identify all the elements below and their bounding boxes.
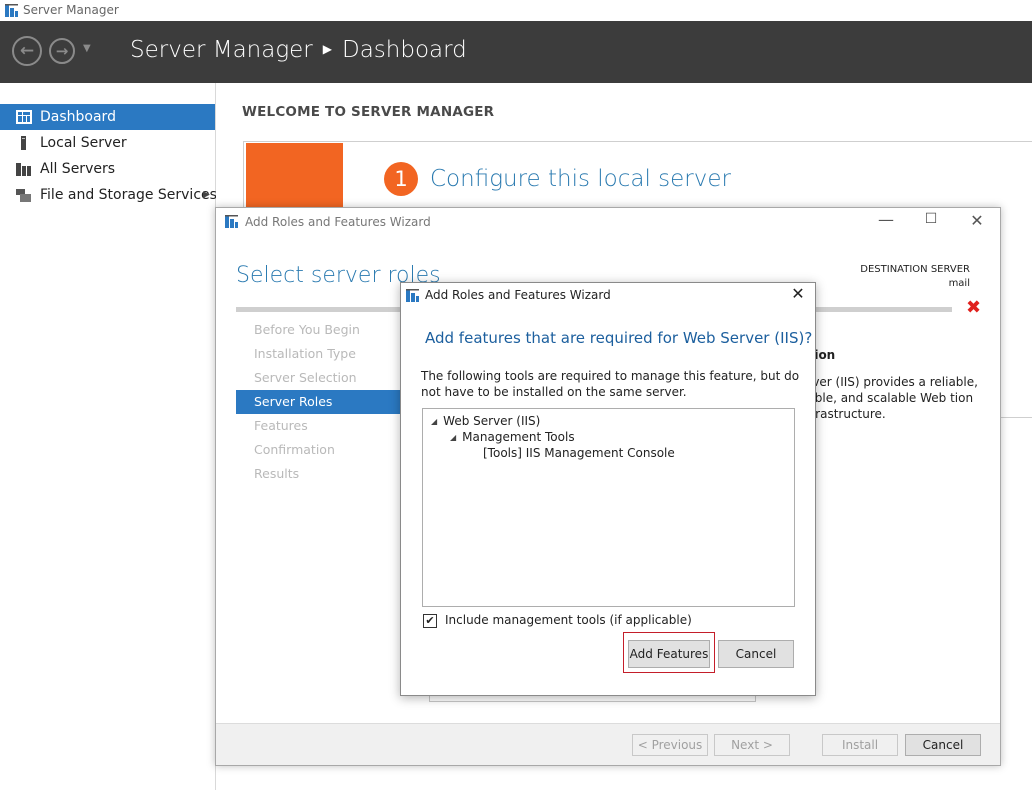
wizard-step-results: Results: [254, 466, 300, 481]
required-features-tree[interactable]: ◢ Web Server (IIS) ◢ Management Tools [Too…: [422, 408, 795, 607]
dialog-cancel-button[interactable]: Cancel: [718, 640, 794, 668]
wizard-step-features: Features: [254, 418, 308, 433]
include-tools-label: Include management tools (if applicable): [445, 613, 692, 627]
sm-window-title: Server Manager: [23, 3, 119, 17]
dialog-app-icon: [406, 289, 419, 302]
wizard-step-before-you-begin: Before You Begin: [254, 322, 360, 337]
wizard-window-title: Add Roles and Features Wizard: [245, 215, 431, 229]
dialog-title: Add Roles and Features Wizard: [425, 288, 611, 302]
tree-item-label: Management Tools: [462, 430, 575, 444]
back-arrow-icon[interactable]: ←: [12, 36, 42, 66]
history-dropdown-icon[interactable]: ▼: [83, 43, 91, 54]
wizard-app-icon: [225, 215, 238, 228]
submenu-arrow-icon: ▶: [203, 190, 210, 200]
close-icon[interactable]: ✕: [967, 211, 987, 230]
servers-icon: [16, 163, 31, 176]
add-features-button[interactable]: Add Features: [628, 640, 710, 668]
sidebar-item-label: Local Server: [40, 135, 127, 151]
tree-item-iis-console[interactable]: [Tools] IIS Management Console: [483, 446, 675, 460]
dialog-heading: Add features that are required for Web S…: [425, 329, 813, 347]
configure-local-server-link[interactable]: Configure this local server: [430, 166, 731, 192]
sidebar-item-label: Dashboard: [40, 109, 116, 125]
tree-item-label: Web Server (IIS): [443, 414, 541, 428]
sidebar-item-all-servers[interactable]: All Servers: [0, 156, 215, 182]
sidebar: Dashboard Local Server All Servers File …: [0, 83, 217, 790]
error-x-icon[interactable]: ✖: [966, 297, 981, 318]
storage-icon: [16, 189, 31, 202]
step-number-badge: 1: [384, 162, 418, 196]
include-tools-row[interactable]: ✔ Include management tools (if applicable…: [423, 613, 692, 628]
tree-item-web-server[interactable]: ◢ Web Server (IIS): [431, 414, 540, 428]
destination-server: DESTINATION SERVER mail: [860, 263, 970, 291]
description-text: erver (IIS) provides a reliable, eable, …: [800, 375, 978, 421]
install-button[interactable]: Install: [822, 734, 898, 756]
close-icon[interactable]: ✕: [787, 284, 809, 303]
include-tools-checkbox[interactable]: ✔: [423, 613, 437, 628]
previous-button[interactable]: < Previous: [632, 734, 708, 756]
wizard-cancel-button[interactable]: Cancel: [905, 734, 981, 756]
breadcrumb-page: Dashboard: [342, 37, 467, 63]
wizard-step-server-roles[interactable]: Server Roles: [236, 390, 408, 414]
breadcrumb-app[interactable]: Server Manager: [130, 37, 313, 63]
dashboard-grid-icon: [16, 110, 32, 124]
welcome-heading: WELCOME TO SERVER MANAGER: [242, 104, 495, 120]
minimize-icon[interactable]: —: [876, 210, 896, 229]
expand-triangle-icon[interactable]: ◢: [431, 417, 437, 426]
sidebar-item-label: All Servers: [40, 161, 116, 177]
tree-item-management-tools[interactable]: ◢ Management Tools: [450, 430, 575, 444]
sidebar-item-local-server[interactable]: Local Server: [0, 130, 215, 156]
wizard-step-installation-type: Installation Type: [254, 346, 356, 361]
maximize-icon[interactable]: ☐: [921, 211, 941, 227]
wizard-step-confirmation: Confirmation: [254, 442, 335, 457]
sm-titlebar: Server Manager: [0, 0, 1032, 21]
destination-server-value: mail: [948, 278, 970, 289]
sm-header: ← → ▼ Server Manager ▶ Dashboard: [0, 21, 1032, 83]
breadcrumb-separator-icon: ▶: [322, 42, 332, 56]
server-icon: [21, 136, 26, 150]
wizard-step-server-selection: Server Selection: [254, 370, 357, 385]
destination-server-label: DESTINATION SERVER: [860, 264, 970, 275]
breadcrumb: Server Manager ▶ Dashboard: [130, 37, 467, 63]
next-button[interactable]: Next >: [714, 734, 790, 756]
sidebar-item-dashboard[interactable]: Dashboard: [0, 104, 215, 130]
forward-arrow-icon[interactable]: →: [49, 38, 75, 64]
server-manager-app-icon: [5, 4, 18, 17]
dialog-body-text: The following tools are required to mana…: [421, 369, 800, 399]
expand-triangle-icon[interactable]: ◢: [450, 433, 456, 442]
quick-start-tile[interactable]: [246, 143, 343, 207]
sidebar-item-file-storage[interactable]: File and Storage Services ▶: [0, 182, 217, 208]
add-features-dialog: Add Roles and Features Wizard ✕ Add feat…: [400, 282, 816, 696]
wizard-footer: < Previous Next > Install Cancel: [216, 723, 1000, 765]
sidebar-item-label: File and Storage Services: [40, 187, 217, 203]
tree-item-label: [Tools] IIS Management Console: [483, 446, 675, 460]
